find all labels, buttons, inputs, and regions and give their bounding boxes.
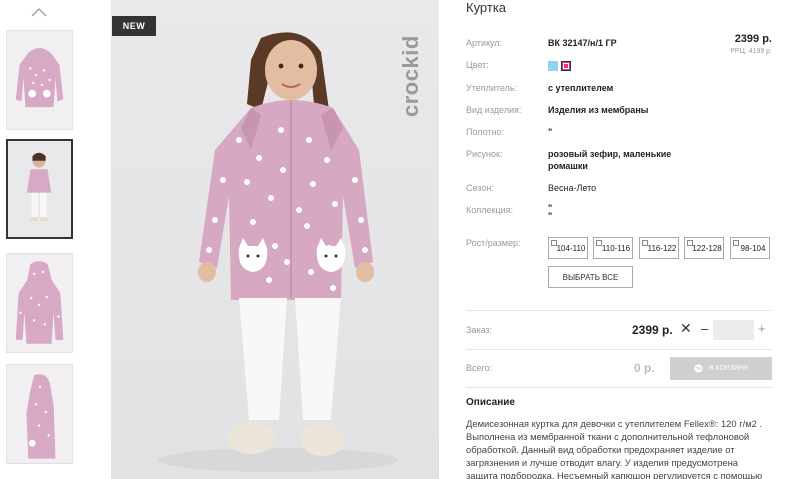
article-label: Артикул: — [466, 38, 503, 48]
size-checkbox[interactable] — [551, 240, 557, 246]
size-label: Рост/размер: — [466, 238, 521, 248]
type-label: Вид изделия: — [466, 105, 522, 115]
size-option-110-116[interactable]: 110-116 — [593, 237, 633, 259]
thumbnail-jacket-side[interactable] — [6, 364, 73, 464]
chevron-up-icon[interactable] — [30, 6, 48, 18]
thumbnail-jacket-back[interactable] — [6, 253, 73, 353]
total-label: Всего: — [466, 363, 493, 373]
order-price: 2399 р. — [632, 323, 673, 337]
size-option-122-128[interactable]: 122-128 — [684, 237, 724, 259]
thumbnail-model-front[interactable] — [6, 139, 73, 239]
divider — [466, 349, 772, 350]
color-label: Цвет: — [466, 60, 489, 70]
season-label: Сезон: — [466, 183, 494, 193]
order-label: Заказ: — [466, 325, 493, 335]
select-all-sizes-button[interactable]: ВЫБРАТЬ ВСЕ — [548, 266, 633, 288]
size-checkbox[interactable] — [596, 240, 602, 246]
product-info-panel: Куртка Артикул: ВК 32147/н/1 ГР 2399 р. … — [466, 0, 772, 479]
description-heading[interactable]: Описание — [466, 397, 515, 408]
size-option-104-110[interactable]: 104-110 — [548, 237, 588, 259]
insulation-value: с утеплителем — [548, 83, 614, 93]
size-option-116-122[interactable]: 116-122 — [639, 237, 679, 259]
size-checkbox[interactable] — [733, 240, 739, 246]
main-product-photo[interactable]: NEW crockid — [111, 0, 439, 479]
cart-icon — [694, 364, 703, 373]
color-swatch-pink[interactable] — [561, 61, 571, 71]
girl-in-jacket-image — [158, 32, 398, 472]
pattern-value-line1: розовый зефир, маленькие — [548, 149, 672, 159]
divider — [466, 310, 772, 311]
thumbnail-jacket-front[interactable] — [6, 30, 73, 130]
thumbnail-gallery — [0, 0, 80, 479]
brand-logo: crockid — [398, 35, 423, 117]
divider — [466, 387, 772, 388]
new-badge: NEW — [112, 16, 156, 36]
size-checkbox[interactable] — [642, 240, 648, 246]
size-option-98-104[interactable]: 98-104 — [730, 237, 770, 259]
add-to-cart-button[interactable]: В КОРЗИНУ — [670, 357, 772, 380]
size-checkbox[interactable] — [687, 240, 693, 246]
article-value: ВК 32147/н/1 ГР — [548, 38, 617, 48]
pattern-value-line2: ромашки — [548, 161, 588, 171]
quantity-decrease-button[interactable]: – — [701, 321, 708, 336]
add-to-cart-label: В КОРЗИНУ — [708, 365, 749, 372]
product-price: 2399 р. — [734, 33, 772, 45]
season-value: Весна-Лето — [548, 183, 597, 193]
quantity-increase-button[interactable]: + — [758, 321, 766, 336]
rrp-price: РРЦ: 4199 р. — [730, 48, 772, 55]
collection-label: Коллекция: — [466, 205, 514, 215]
remove-order-icon[interactable]: ✕ — [680, 320, 692, 337]
total-value: 0 р. — [634, 361, 655, 375]
fabric-label: Полотно: — [466, 127, 505, 137]
fabric-value: " — [548, 127, 553, 137]
collection-value-line2: " — [548, 211, 553, 221]
type-value: Изделия из мембраны — [548, 105, 649, 115]
description-text: Демисезонная куртка для девочки с утепли… — [466, 418, 763, 479]
product-title: Куртка — [466, 0, 507, 15]
pattern-label: Рисунок: — [466, 149, 503, 159]
quantity-input[interactable] — [713, 320, 754, 340]
insulation-label: Утеплитель: — [466, 83, 518, 93]
color-swatch-blue[interactable] — [548, 61, 558, 71]
